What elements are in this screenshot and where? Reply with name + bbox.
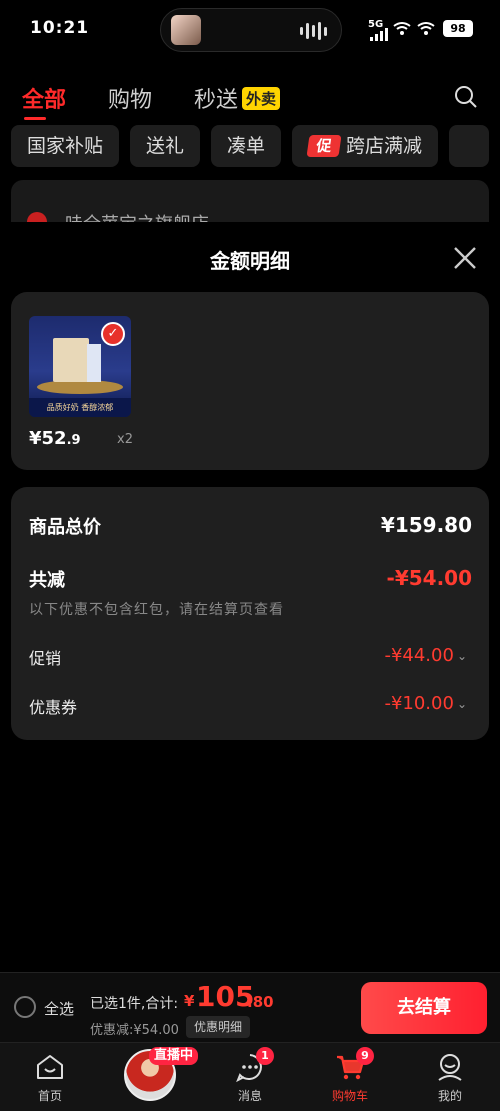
promo-tag: 促 bbox=[306, 135, 342, 157]
status-bar: 10:21 5G 98 bbox=[0, 0, 500, 60]
tab-shopping[interactable]: 购物 bbox=[108, 82, 152, 114]
nav-home[interactable]: 首页 bbox=[0, 1043, 100, 1111]
coupon-label: 优惠券 bbox=[29, 698, 78, 717]
discount-detail-button[interactable]: 优惠明细 bbox=[186, 1016, 251, 1038]
nav-profile-label: 我的 bbox=[437, 1089, 462, 1103]
total-label: 商品总价 bbox=[29, 517, 101, 538]
chip-bundle[interactable]: 凑单 bbox=[211, 125, 282, 167]
coupon-value: -¥10.00 bbox=[384, 693, 454, 714]
product-image[interactable]: 品质好奶 香醇浓郁 ✓ bbox=[29, 316, 131, 417]
promo-label: 促销 bbox=[29, 649, 62, 668]
reduce-value: -¥54.00 bbox=[386, 566, 472, 590]
tab-miaosong[interactable]: 秒送 外卖 bbox=[194, 82, 281, 114]
reduce-label: 共减 bbox=[29, 570, 65, 591]
chevron-down-icon: ⌄ bbox=[456, 696, 467, 711]
selected-check-icon[interactable]: ✓ bbox=[101, 322, 125, 346]
home-icon bbox=[37, 1055, 63, 1079]
product-box bbox=[53, 338, 89, 382]
status-time: 10:21 bbox=[30, 18, 90, 38]
chip-label: 跨店满减 bbox=[346, 135, 423, 157]
tab-all[interactable]: 全部 bbox=[22, 82, 66, 120]
chip-national-subsidy[interactable]: 国家补贴 bbox=[11, 125, 120, 167]
checkout-bar: 全选 已选1件,合计: ¥ 105 .80 优惠减:¥54.00 优惠明细 去结… bbox=[0, 972, 500, 1042]
select-all-radio[interactable] bbox=[14, 996, 36, 1018]
price-int: ¥52 bbox=[29, 428, 67, 449]
promo-value: -¥44.00 bbox=[384, 645, 454, 666]
waimai-badge: 外卖 bbox=[242, 87, 281, 110]
bottom-nav: 首页 直播中 1 消息 9 购物车 我的 bbox=[0, 1042, 500, 1111]
store-name: 哇全苹宝之旗舰店 bbox=[65, 210, 209, 222]
nav-live[interactable]: 直播中 bbox=[100, 1043, 200, 1111]
selected-info: 已选1件,合计: bbox=[90, 996, 179, 1012]
chip-label: 凑单 bbox=[227, 135, 266, 157]
product-stand bbox=[37, 380, 123, 394]
live-badge: 直播中 bbox=[149, 1047, 199, 1065]
wifi-icon bbox=[393, 22, 435, 35]
total-amount: 105 bbox=[196, 980, 255, 1013]
discount-note: 以下优惠不包含红包，请在结算页查看 bbox=[29, 602, 284, 618]
store-select-icon bbox=[27, 212, 47, 222]
media-thumbnail bbox=[171, 15, 201, 45]
total-decimal: .80 bbox=[247, 993, 274, 1011]
top-tabs: 全部 购物 秒送 外卖 bbox=[22, 82, 281, 120]
audio-wave-icon bbox=[300, 21, 327, 41]
cart-badge: 9 bbox=[356, 1047, 374, 1065]
profile-icon bbox=[438, 1054, 462, 1081]
nav-cart-label: 购物车 bbox=[331, 1089, 368, 1103]
chip-label: 送礼 bbox=[146, 135, 185, 157]
tab-miaosong-label: 秒送 bbox=[194, 88, 239, 113]
battery-indicator: 98 bbox=[443, 20, 473, 37]
message-badge: 1 bbox=[256, 1047, 274, 1065]
checkout-button[interactable]: 去结算 bbox=[361, 982, 487, 1034]
product-quantity: x2 bbox=[117, 432, 133, 447]
signal-icon bbox=[370, 27, 388, 41]
chip-cross-store-discount[interactable]: 促跨店满减 bbox=[292, 125, 439, 167]
price-dec: .9 bbox=[66, 433, 81, 448]
product-carton bbox=[87, 344, 101, 382]
discount-amount: 优惠减:¥54.00 bbox=[90, 1023, 179, 1038]
chip-label: 国家补贴 bbox=[27, 135, 104, 157]
select-all-label[interactable]: 全选 bbox=[44, 998, 74, 1019]
coupon-row-toggle[interactable]: -¥10.00 ⌄ bbox=[384, 693, 467, 714]
total-value: ¥159.80 bbox=[380, 513, 472, 537]
store-row-partial: 哇全苹宝之旗舰店 bbox=[11, 180, 489, 222]
chip-more[interactable] bbox=[449, 125, 490, 167]
nav-cart[interactable]: 9 购物车 bbox=[300, 1043, 400, 1111]
filter-chips: 国家补贴 送礼 凑单 促跨店满减 bbox=[11, 125, 490, 167]
close-icon[interactable] bbox=[452, 245, 478, 271]
search-icon[interactable] bbox=[454, 85, 478, 109]
product-card: 品质好奶 香醇浓郁 ✓ ¥52.9 x2 bbox=[11, 292, 489, 470]
product-slogan: 品质好奶 香醇浓郁 bbox=[29, 398, 131, 417]
chip-gift[interactable]: 送礼 bbox=[130, 125, 201, 167]
product-price: ¥52.9 bbox=[29, 428, 81, 449]
total-currency: ¥ bbox=[184, 992, 195, 1010]
price-summary-card: 商品总价 ¥159.80 共减 -¥54.00 以下优惠不包含红包，请在结算页查… bbox=[11, 487, 489, 740]
promo-row-toggle[interactable]: -¥44.00 ⌄ bbox=[384, 645, 467, 666]
nav-home-label: 首页 bbox=[37, 1089, 62, 1103]
nav-messages-label: 消息 bbox=[237, 1089, 262, 1103]
sheet-title: 金额明细 bbox=[210, 249, 290, 273]
chevron-down-icon: ⌄ bbox=[456, 648, 467, 663]
nav-profile[interactable]: 我的 bbox=[400, 1043, 500, 1111]
nav-messages[interactable]: 1 消息 bbox=[200, 1043, 300, 1111]
dynamic-island[interactable] bbox=[160, 8, 342, 52]
